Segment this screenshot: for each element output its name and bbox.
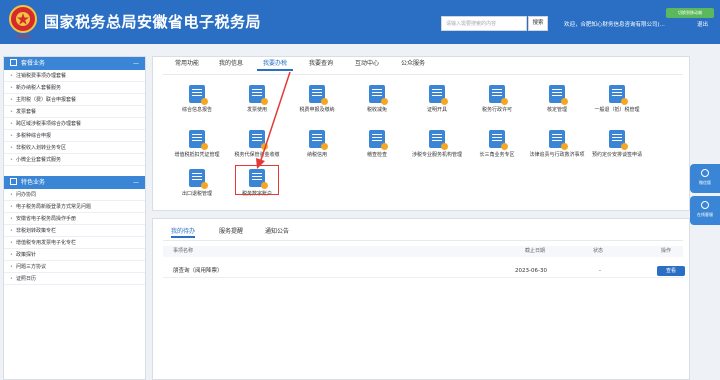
sidebar-item[interactable]: 主附税（费）联合申报套餐	[4, 94, 145, 106]
chat-icon	[701, 201, 709, 209]
col-name: 事项名称	[173, 248, 194, 254]
tab-public-service[interactable]: 公众服务	[395, 57, 431, 71]
view-button[interactable]: 查看	[657, 266, 685, 276]
function-item[interactable]: 涉税专业服务机构管理	[409, 130, 465, 168]
function-item[interactable]: 长三角业务专区	[469, 130, 525, 168]
function-item[interactable]: 核定管理	[529, 85, 585, 123]
function-item[interactable]: 税收减免	[349, 85, 405, 123]
license-icon	[489, 85, 508, 105]
tab-interaction[interactable]: 互动中心	[349, 57, 385, 71]
agency-icon	[429, 130, 448, 150]
reduction-icon	[369, 85, 388, 105]
site-title: 国家税务总局安徽省电子税务局	[44, 13, 262, 31]
function-item[interactable]: 预约定价安排谈签申请	[589, 130, 645, 168]
report-icon	[189, 85, 208, 105]
sidebar-item[interactable]: 跨区域涉税事项综合办理套餐	[4, 118, 145, 130]
sidebar-item[interactable]: 多税种综合申报	[4, 130, 145, 142]
function-item[interactable]: 发票使用	[229, 85, 285, 123]
inspection-icon	[369, 130, 388, 150]
tab-do-tax[interactable]: 我要办税	[257, 57, 293, 71]
function-item[interactable]: 增值税抵扣凭证管理	[169, 130, 225, 168]
tab-common[interactable]: 常用功能	[167, 57, 207, 71]
sidebar-item[interactable]: 问办协同	[4, 189, 145, 201]
sidebar-item[interactable]: 问题三方协议	[4, 261, 145, 273]
sidebar-item[interactable]: 发票套餐	[4, 106, 145, 118]
feature-icon	[10, 178, 17, 185]
function-item[interactable]: 纳税信用	[289, 130, 345, 168]
table-row: 朋查询（阅用降票） 2023-06-30 - 查看	[163, 264, 685, 278]
col-action: 操作	[661, 248, 672, 254]
package-icon	[10, 59, 17, 66]
function-item[interactable]: 综合信息报告	[169, 85, 225, 123]
sidebar-item[interactable]: 新办纳税人套餐服务	[4, 82, 145, 94]
sidebar-item[interactable]: 非税收入划转业务专区	[4, 142, 145, 154]
refund-icon	[609, 85, 628, 105]
pricing-icon	[609, 130, 628, 150]
function-item[interactable]: 证明开具	[409, 85, 465, 123]
function-item[interactable]: 稽查检查	[349, 130, 405, 168]
sidebar-item[interactable]: 增值税专用发票电子化专栏	[4, 237, 145, 249]
tab-my-todo[interactable]: 我的待办	[171, 226, 196, 238]
logo-caption: 中国税务	[15, 34, 31, 39]
function-item[interactable]: 出口退税管理	[169, 169, 225, 207]
tab-service-reminder[interactable]: 服务提醒	[219, 226, 243, 238]
sidebar-item[interactable]: 证照日历	[4, 273, 145, 285]
declare-icon	[309, 85, 328, 105]
sidebar-item[interactable]: 注销税费事项办理套餐	[4, 70, 145, 82]
tab-notice[interactable]: 通知公告	[265, 226, 289, 238]
tab-divider	[163, 74, 683, 75]
export-refund-icon	[189, 169, 208, 189]
sidebar: 套餐业务 — 注销税费事项办理套餐 新办纳税人套餐服务 主附税（费）联合申报套餐…	[3, 56, 146, 380]
online-service-float-button[interactable]: 在线客服	[690, 196, 720, 225]
function-item[interactable]: 税务行政许可	[469, 85, 525, 123]
tax-emblem-icon	[9, 5, 37, 33]
credit-icon	[309, 130, 328, 150]
function-item[interactable]: 法律追责与行政救济事项	[529, 130, 585, 168]
highlight-box	[235, 165, 279, 195]
todo-panel: 我的待办 服务提醒 通知公告 事项名称 截止日期 状态 操作 朋查询（阅用降票）…	[152, 218, 690, 380]
tab-query[interactable]: 我要查询	[303, 57, 339, 71]
row-name: 朋查询（阅用降票）	[173, 268, 223, 274]
row-deadline: 2023-06-30	[515, 268, 547, 274]
sidebar-item[interactable]: 安徽省电子税务局操作手册	[4, 213, 145, 225]
row-status: -	[599, 268, 601, 274]
search-button[interactable]: 搜索	[528, 16, 548, 31]
sidebar-section-header[interactable]: 套餐业务 —	[4, 57, 145, 70]
collapse-icon[interactable]: —	[133, 176, 139, 189]
welcome-text: 欢迎，合肥知心财务信息咨询有限公司(...	[564, 22, 665, 28]
function-item[interactable]: 税费申报及缴纳	[289, 85, 345, 123]
certificate-icon	[429, 85, 448, 105]
custody-icon	[249, 130, 268, 150]
switch-mobile-button[interactable]: 切换到移动端	[666, 8, 714, 18]
collapse-icon[interactable]: —	[133, 57, 139, 70]
tab-divider	[163, 240, 683, 241]
sidebar-item[interactable]: 政策探针	[4, 249, 145, 261]
col-deadline: 截止日期	[525, 248, 546, 254]
col-status: 状态	[593, 248, 604, 254]
section-title: 特色业务	[21, 179, 46, 186]
verify-icon	[549, 85, 568, 105]
region-icon	[489, 130, 508, 150]
top-header: 中国税务 国家税务总局安徽省电子税务局 搜索 切换到移动端 欢迎，合肥知心财务信…	[0, 0, 720, 44]
table-header: 事项名称 截止日期 状态 操作	[163, 246, 683, 257]
deduction-icon	[189, 130, 208, 150]
section-title: 套餐业务	[21, 60, 46, 67]
wechat-icon	[701, 169, 709, 177]
search-input[interactable]	[441, 16, 527, 31]
legal-icon	[549, 130, 568, 150]
wechat-float-button[interactable]: 微信版	[690, 164, 720, 193]
function-item[interactable]: 一般退（抵）税管理	[589, 85, 645, 123]
invoice-icon	[249, 85, 268, 105]
sidebar-item[interactable]: 小微企业套餐式服务	[4, 154, 145, 166]
sidebar-item[interactable]: 非税划转政策专栏	[4, 225, 145, 237]
sidebar-item[interactable]: 电子税务局新版登录方式常见问题	[4, 201, 145, 213]
tab-my-info[interactable]: 我的信息	[213, 57, 249, 71]
function-item[interactable]: 税务代保管资金收缴	[229, 130, 285, 168]
function-panel: 常用功能 我的信息 我要办税 我要查询 互动中心 公众服务 综合信息报告 发票使…	[152, 56, 690, 211]
sidebar-section-header[interactable]: 特色业务 —	[4, 176, 145, 189]
logout-link[interactable]: 退出	[697, 20, 708, 28]
